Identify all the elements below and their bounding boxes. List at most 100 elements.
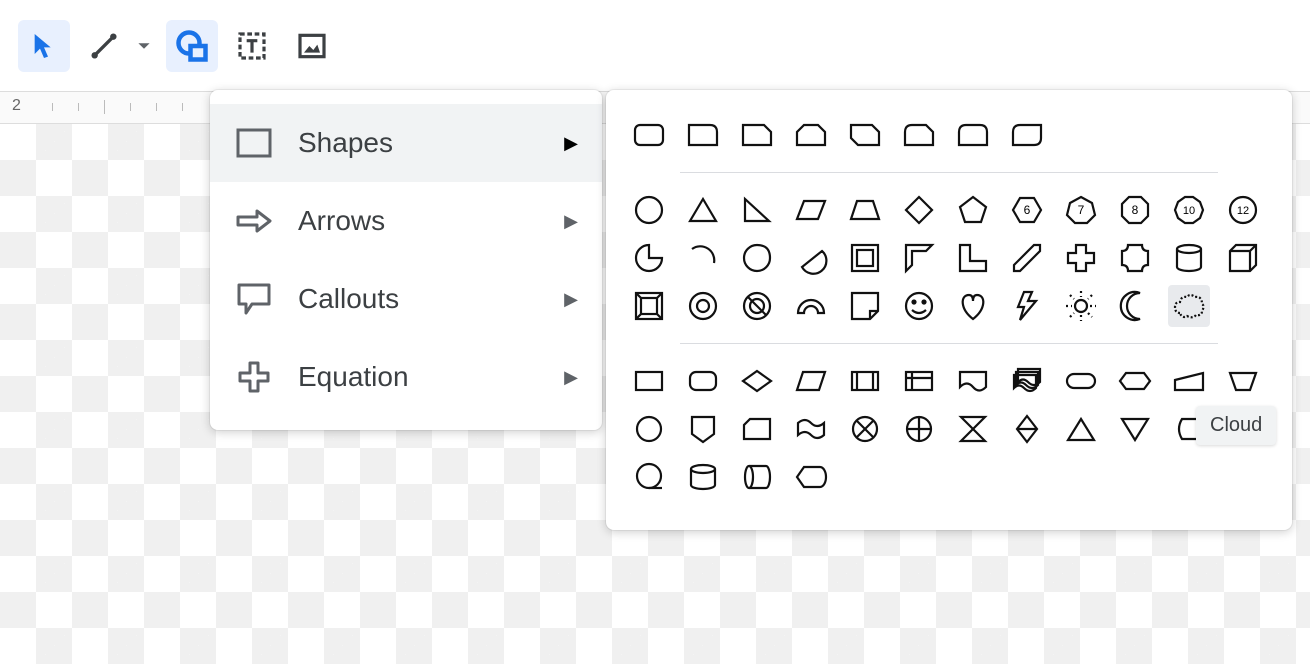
shape-parallelogram[interactable] [790,189,832,231]
shape-diagonal-stripe[interactable] [1006,237,1048,279]
shape-fc-display[interactable] [790,456,832,498]
shape-fc-manual-operation[interactable] [1222,360,1264,402]
shape-icon [174,28,210,64]
shape-fc-process[interactable] [628,360,670,402]
shape-snip-single-corner[interactable] [736,114,778,156]
submenu-item-callouts[interactable]: Callouts ▶ [210,260,602,338]
line-tool-button[interactable] [78,20,130,72]
shape-cloud[interactable] [1168,285,1210,327]
shape-group-3a [628,360,1270,402]
shape-fc-manual-input[interactable] [1168,360,1210,402]
shape-teardrop[interactable] [736,237,778,279]
shape-tool-button[interactable] [166,20,218,72]
svg-text:12: 12 [1237,205,1249,217]
shape-lightning[interactable] [1006,285,1048,327]
shape-fc-direct-access[interactable] [736,456,778,498]
rectangle-icon [234,123,274,163]
submenu-label: Callouts [298,283,399,315]
shape-fc-punched-tape[interactable] [790,408,832,450]
shape-fc-card[interactable] [736,408,778,450]
shape-folded-corner[interactable] [844,285,886,327]
shape-fc-summing[interactable] [844,408,886,450]
submenu-arrow-icon: ▶ [564,289,578,310]
textbox-tool-button[interactable] [226,20,278,72]
shape-arc[interactable] [682,237,724,279]
shape-right-triangle[interactable] [736,189,778,231]
shape-fc-preparation[interactable] [1114,360,1156,402]
shape-fc-sort[interactable] [1006,408,1048,450]
line-tool-dropdown[interactable] [130,20,158,72]
shape-fc-extract[interactable] [1060,408,1102,450]
shape-snip-diagonal[interactable] [844,114,886,156]
shape-snip-round-single[interactable] [898,114,940,156]
shape-fc-terminator[interactable] [1060,360,1102,402]
shape-plaque[interactable] [1114,237,1156,279]
shape-round-diagonal[interactable] [1006,114,1048,156]
shape-fc-seq-access[interactable] [628,456,670,498]
svg-text:6: 6 [1024,203,1031,217]
shape-pentagon[interactable] [952,189,994,231]
toolbar [0,0,1310,92]
shape-fc-magnetic-disk[interactable] [682,456,724,498]
shape-snip-same-side[interactable] [790,114,832,156]
shape-bevel[interactable] [628,285,670,327]
textbox-icon [236,30,268,62]
shape-smiley[interactable] [898,285,940,327]
shape-can[interactable] [1168,237,1210,279]
submenu-arrow-icon: ▶ [564,211,578,232]
shape-heart[interactable] [952,285,994,327]
shape-cube[interactable] [1222,237,1264,279]
image-tool-button[interactable] [286,20,338,72]
submenu-label: Equation [298,361,409,393]
arrow-icon [234,201,274,241]
shape-sun[interactable] [1060,285,1102,327]
shape-dodecagon[interactable]: 12 [1222,189,1264,231]
shape-rounded-rectangle[interactable] [628,114,670,156]
shape-diamond[interactable] [898,189,940,231]
shape-moon[interactable] [1114,285,1156,327]
submenu-item-equation[interactable]: Equation ▶ [210,338,602,416]
shape-fc-internal-storage[interactable] [898,360,940,402]
shape-fc-or[interactable] [898,408,940,450]
divider [680,172,1218,173]
shape-no-symbol[interactable] [736,285,778,327]
shape-fc-decision[interactable] [736,360,778,402]
shape-fc-merge[interactable] [1114,408,1156,450]
shape-heptagon[interactable]: 7 [1060,189,1102,231]
shape-pie[interactable] [628,237,670,279]
shape-fc-connector[interactable] [628,408,670,450]
line-icon [88,30,120,62]
submenu-item-arrows[interactable]: Arrows ▶ [210,182,602,260]
shape-hexagon[interactable]: 6 [1006,189,1048,231]
shape-group-2a: 6 7 8 10 12 [628,189,1270,231]
shape-round-single-corner[interactable] [682,114,724,156]
shape-fc-collate[interactable] [952,408,994,450]
shape-half-frame[interactable] [898,237,940,279]
shape-oval[interactable] [628,189,670,231]
divider [680,343,1218,344]
tooltip-text: Cloud [1210,414,1262,436]
cursor-icon [28,30,60,62]
shape-round-same-side[interactable] [952,114,994,156]
shape-fc-data[interactable] [790,360,832,402]
shape-block-arc[interactable] [790,285,832,327]
shape-fc-offpage[interactable] [682,408,724,450]
shape-fc-alt-process[interactable] [682,360,724,402]
shape-fc-document[interactable] [952,360,994,402]
shape-chord[interactable] [790,237,832,279]
image-icon [296,30,328,62]
shape-donut[interactable] [682,285,724,327]
submenu-arrow-icon: ▶ [564,133,578,154]
submenu-label: Shapes [298,127,393,159]
shape-decagon[interactable]: 10 [1168,189,1210,231]
select-tool-button[interactable] [18,20,70,72]
shape-fc-predef-process[interactable] [844,360,886,402]
shape-triangle[interactable] [682,189,724,231]
shape-plus[interactable] [1060,237,1102,279]
shape-fc-multidocument[interactable] [1006,360,1048,402]
shape-trapezoid[interactable] [844,189,886,231]
submenu-item-shapes[interactable]: Shapes ▶ [210,104,602,182]
shape-frame[interactable] [844,237,886,279]
shape-octagon[interactable]: 8 [1114,189,1156,231]
shape-l-shape[interactable] [952,237,994,279]
